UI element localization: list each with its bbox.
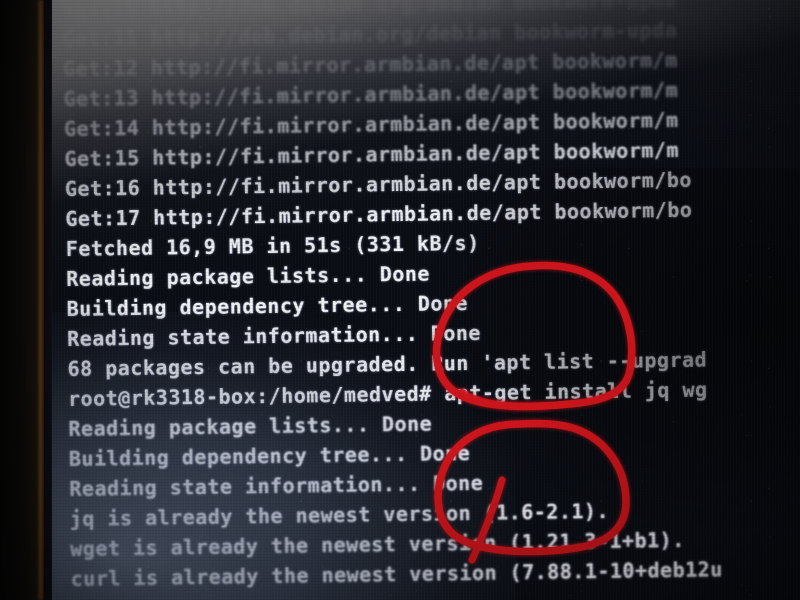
terminal-screen: Get:10 http://deb.debian.org/debian book… <box>52 0 800 600</box>
terminal-output: Get:10 http://deb.debian.org/debian book… <box>62 0 800 594</box>
monitor-photograph: Get:10 http://deb.debian.org/debian book… <box>0 0 800 600</box>
monitor-bezel-left <box>0 0 40 600</box>
